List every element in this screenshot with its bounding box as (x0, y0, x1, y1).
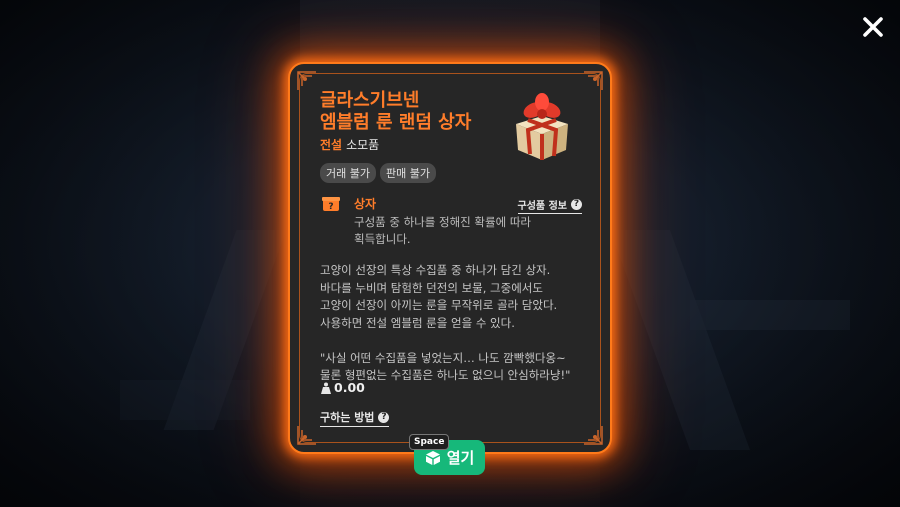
how-to-obtain-label: 구하는 방법 (320, 411, 375, 424)
question-icon: ? (571, 199, 582, 210)
close-icon (863, 17, 883, 37)
box-section-header: ? 상자 구성품 정보? (322, 194, 582, 214)
item-title-line2: 엠블럼 룬 랜덤 상자 (320, 112, 472, 133)
item-grade-type: 전설 소모품 (320, 136, 379, 153)
box-description: 구성품 중 하나를 정해진 확률에 따라 획득합니다. (354, 214, 564, 248)
open-box-icon (425, 450, 440, 465)
corner-ornament (582, 70, 604, 92)
corner-ornament (582, 424, 604, 446)
composition-info-label: 구성품 정보 (517, 201, 567, 212)
question-icon: ? (378, 411, 390, 423)
box-desc-line: 구성품 중 하나를 정해진 확률에 따라 (354, 215, 531, 229)
item-grade: 전설 (320, 138, 343, 152)
svg-text:?: ? (328, 202, 333, 212)
box-desc-line: 획득합니다. (354, 232, 411, 246)
desc-line: 고양이 선장의 특상 수집품 중 하나가 담긴 상자. (320, 263, 551, 277)
tag-unsellable: 판매 불가 (379, 163, 436, 183)
quote-line: "사실 어떤 수집품을 넣었는지… 나도 깜빡했다옹~ (320, 350, 566, 365)
item-type: 소모품 (346, 138, 380, 152)
item-title-line1: 글라스기브넨 (320, 90, 420, 111)
item-title: 글라스기브넨 엠블럼 룬 랜덤 상자 (320, 90, 520, 134)
desc-line: 사용하면 전설 엠블럼 룬을 얻을 수 있다. (320, 315, 515, 330)
tag-untradable: 거래 불가 (320, 163, 376, 183)
hotkey-badge: Space (409, 434, 450, 450)
desc-line: 고양이 선장이 아끼는 룬을 무작위로 골라 담았다. (320, 298, 558, 312)
open-button-label: 열기 (446, 449, 475, 467)
weight-value: 0.00 (334, 380, 365, 395)
weight-icon (321, 382, 331, 394)
gift-box-icon (504, 90, 580, 166)
box-label: 상자 (354, 197, 377, 211)
desc-line: 바다를 누비며 탐험한 던전의 보물, 그중에서도 (320, 280, 543, 295)
item-tags: 거래 불가 판매 불가 (320, 163, 436, 183)
item-weight: 0.00 (321, 380, 365, 395)
item-description: 고양이 선장의 특상 수집품 중 하나가 담긴 상자. 바다를 누비며 탐험한 … (320, 262, 595, 385)
composition-info-link[interactable]: 구성품 정보? (517, 197, 582, 214)
corner-ornament (296, 70, 318, 92)
corner-ornament (296, 424, 318, 446)
close-button[interactable] (858, 12, 888, 42)
mystery-box-icon: ? (322, 194, 340, 212)
item-tooltip-card: 글라스기브넨 엠블럼 룬 랜덤 상자 전설소모품 거래 불가 판매 불가 ? (288, 62, 612, 454)
how-to-obtain-link[interactable]: 구하는 방법? (320, 409, 390, 427)
